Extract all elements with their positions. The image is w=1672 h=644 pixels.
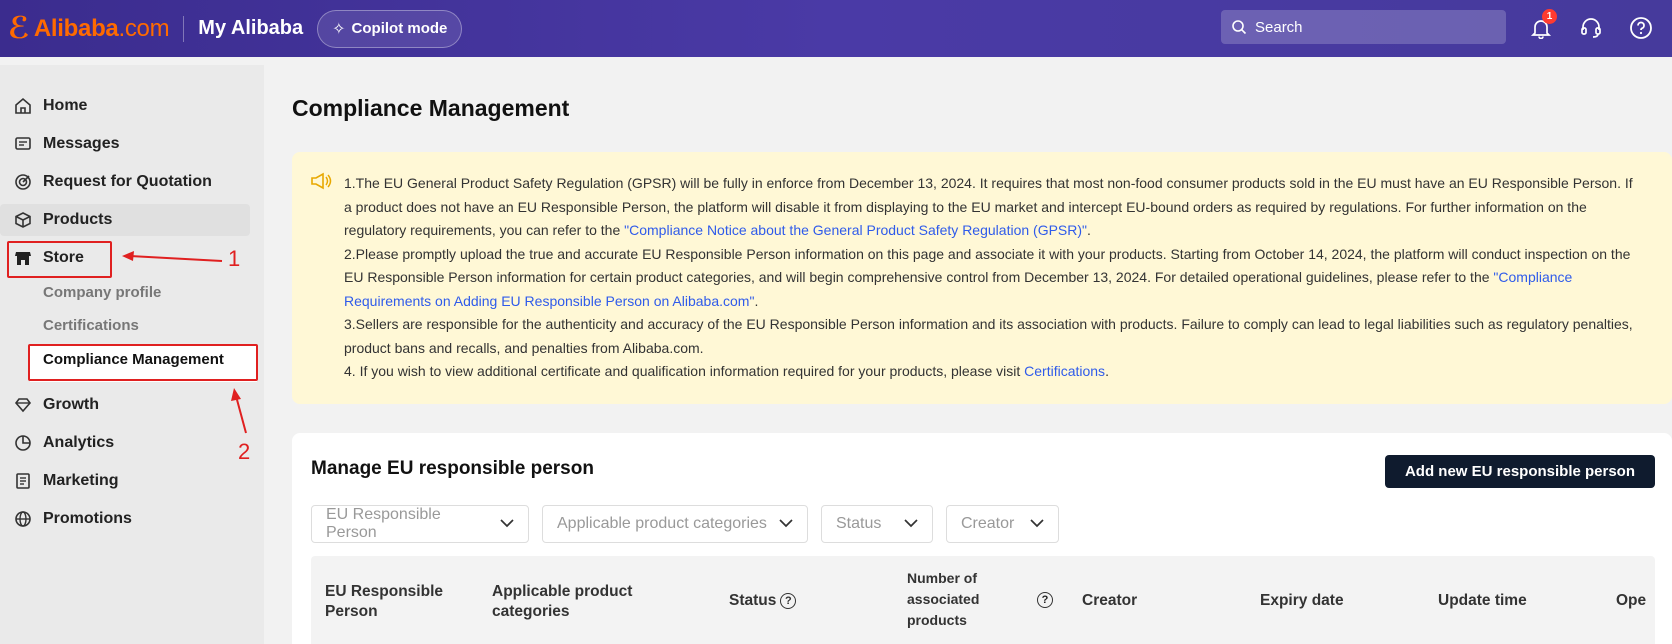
column-header-associated-products[interactable]: Number of associated products (907, 568, 997, 631)
column-header-status[interactable]: Status? (729, 591, 797, 611)
filter-label: EU Responsible Person (326, 506, 441, 541)
notice-paragraph-1: 1.The EU General Product Safety Regulati… (344, 175, 1633, 238)
megaphone-icon (310, 172, 332, 198)
notice-paragraph-4: 4. If you wish to view additional certif… (344, 363, 1109, 379)
column-header-creator[interactable]: Creator (1082, 591, 1137, 611)
chevron-down-icon (904, 515, 918, 533)
column-header-update-time[interactable]: Update time (1438, 591, 1527, 611)
filter-product-categories[interactable]: Applicable product categories (542, 505, 808, 543)
status-help-icon[interactable]: ? (780, 592, 797, 609)
card-title: Manage EU responsible person (311, 458, 594, 479)
column-header-categories[interactable]: Applicable product categories (492, 582, 662, 622)
gpsr-notice-banner: 1.The EU General Product Safety Regulati… (292, 152, 1672, 404)
chevron-down-icon (779, 515, 793, 533)
annotation-number-1: 1 (228, 246, 241, 271)
notice-paragraph-3: 3.Sellers are responsible for the authen… (344, 316, 1633, 356)
add-eu-responsible-person-button[interactable]: Add new EU responsible person (1385, 455, 1655, 488)
eu-responsible-person-card: Manage EU responsible person Add new EU … (292, 433, 1672, 644)
table-header: EU Responsible Person Applicable product… (311, 556, 1655, 644)
associated-products-help-icon[interactable]: ? (1037, 592, 1053, 608)
filter-status[interactable]: Status (821, 505, 933, 543)
filter-label: Creator (961, 515, 1015, 532)
annotation-number-2: 2 (238, 439, 251, 464)
column-header-person[interactable]: EU Responsible Person (325, 582, 455, 622)
filter-creator[interactable]: Creator (946, 505, 1059, 543)
column-header-expiry-date[interactable]: Expiry date (1260, 591, 1344, 611)
page-title: Compliance Management (292, 95, 570, 121)
column-header-operation[interactable]: Ope (1616, 591, 1646, 611)
notice-paragraph-2: 2.Please promptly upload the true and ac… (344, 245, 1631, 309)
filter-label: Status (836, 515, 882, 532)
chevron-down-icon (1030, 515, 1044, 533)
certifications-link[interactable]: Certifications (1024, 363, 1105, 379)
gpsr-notice-link[interactable]: "Compliance Notice about the General Pro… (624, 222, 1087, 238)
filter-eu-responsible-person[interactable]: EU Responsible Person (311, 505, 529, 543)
chevron-down-icon (500, 515, 514, 533)
filter-label: Applicable product categories (557, 515, 767, 532)
